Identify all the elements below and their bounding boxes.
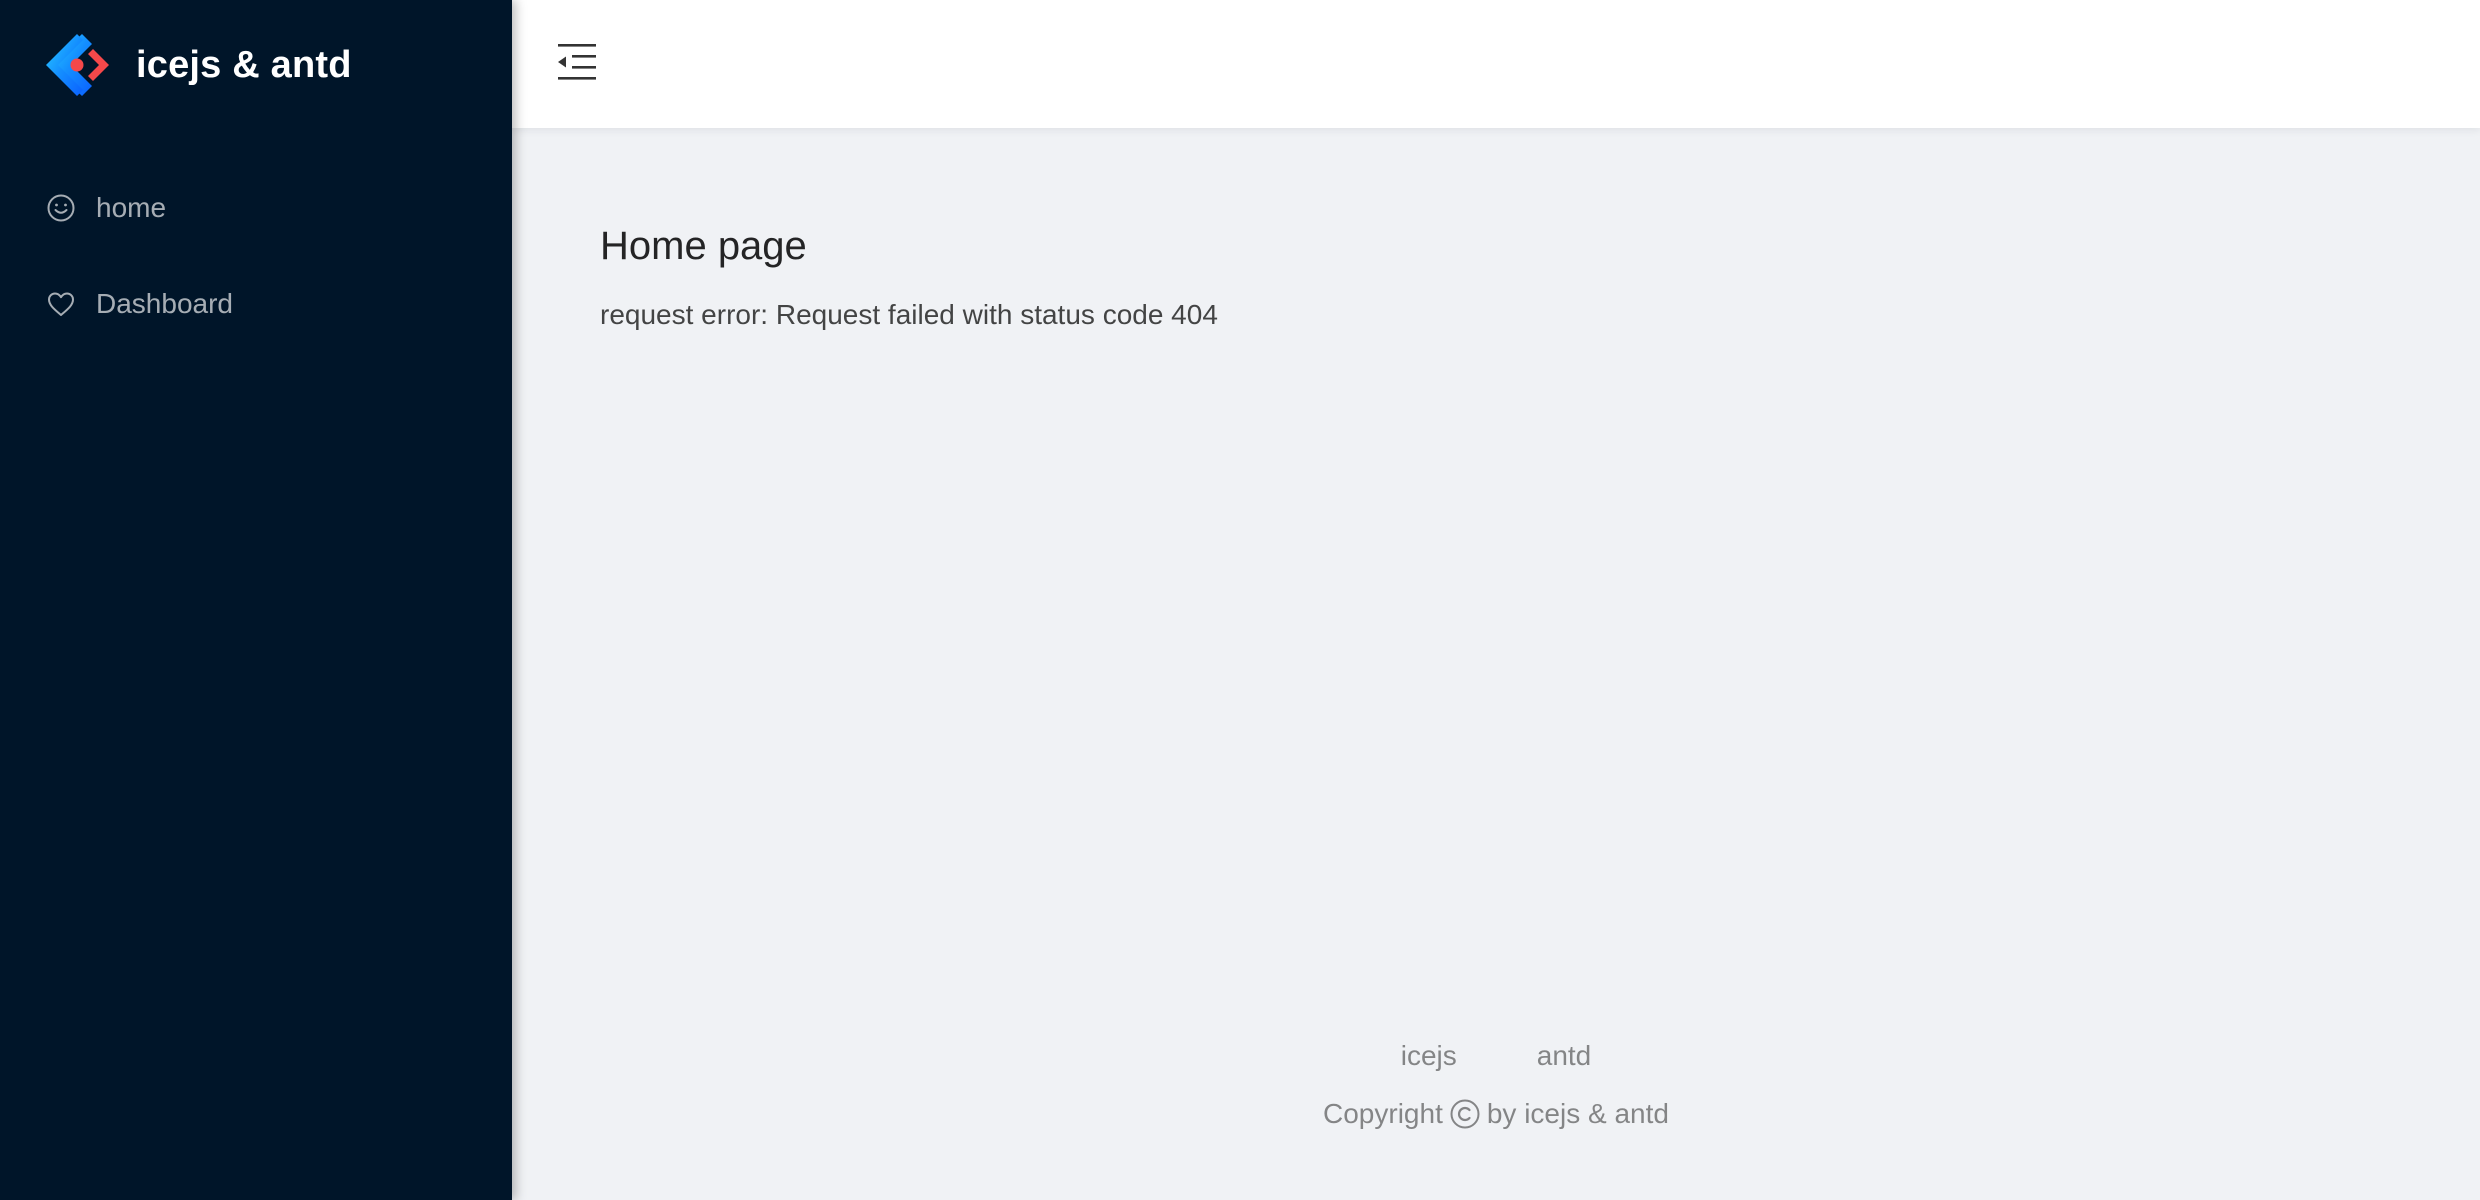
sidebar-item-label: Dashboard (96, 288, 233, 319)
main-content: Home page request error: Request failed … (600, 224, 1218, 331)
error-message: request error: Request failed with statu… (600, 299, 1218, 330)
footer-link-antd[interactable]: antd (1537, 1040, 1592, 1072)
menu-fold-icon (558, 44, 596, 80)
footer-links: icejs antd (512, 1040, 2480, 1072)
sidebar: icejs & antd home Dashboard (0, 0, 512, 1200)
footer-link-icejs[interactable]: icejs (1401, 1040, 1457, 1072)
app-title: icejs & antd (136, 43, 352, 86)
page-title: Home page (600, 224, 807, 268)
smile-icon (47, 194, 75, 222)
collapse-menu-button[interactable] (556, 40, 600, 84)
logo[interactable]: icejs & antd (44, 28, 352, 102)
sidebar-item-dashboard[interactable]: Dashboard (0, 256, 512, 352)
heart-icon (48, 292, 74, 316)
sidebar-item-label: home (96, 192, 167, 223)
copyright-icon (1450, 1099, 1480, 1129)
ice-logo-icon (46, 34, 109, 96)
side-menu: home Dashboard (0, 160, 512, 352)
copyright: Copyright by icejs & antd (512, 1098, 2480, 1130)
top-header (512, 0, 2480, 128)
app-root: icejs & antd home Dashboard Home page re… (0, 0, 2480, 1200)
copyright-prefix: Copyright (1323, 1098, 1443, 1129)
sidebar-item-home[interactable]: home (0, 160, 512, 256)
copyright-suffix: by icejs & antd (1486, 1098, 1669, 1129)
footer: icejs antd Copyright by icejs & antd (512, 1040, 2480, 1130)
